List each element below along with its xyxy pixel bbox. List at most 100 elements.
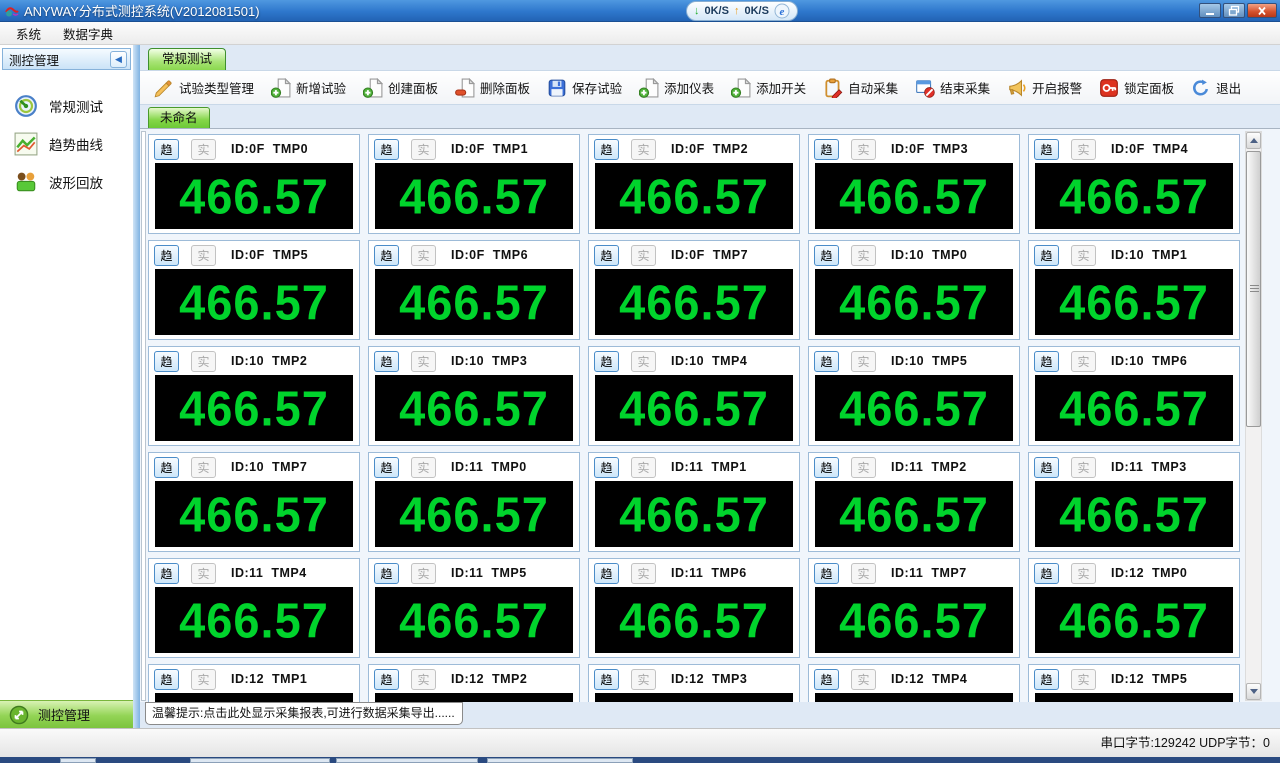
trend-button[interactable]: 趋 xyxy=(814,350,839,372)
sidebar-item-0[interactable]: 常规测试 xyxy=(0,87,133,125)
trend-button[interactable]: 趋 xyxy=(594,138,619,160)
toolbar-button[interactable]: 退出 xyxy=(1191,78,1241,98)
toolbar-button[interactable]: 锁定面板 xyxy=(1099,78,1174,98)
realtime-button[interactable]: 实 xyxy=(631,244,656,266)
realtime-button[interactable]: 实 xyxy=(631,138,656,160)
realtime-button[interactable]: 实 xyxy=(1071,350,1096,372)
byte-counters: 串口字节:129242 UDP字节：0 xyxy=(1100,736,1270,750)
realtime-button[interactable]: 实 xyxy=(191,668,216,690)
minimize-button[interactable] xyxy=(1199,3,1221,18)
scroll-thumb[interactable] xyxy=(1246,151,1261,427)
trend-button[interactable]: 趋 xyxy=(374,668,399,690)
toolbar-button[interactable]: 添加开关 xyxy=(731,77,806,98)
realtime-button[interactable]: 实 xyxy=(1071,562,1096,584)
trend-button[interactable]: 趋 xyxy=(594,456,619,478)
toolbar-button-label: 删除面板 xyxy=(480,82,531,96)
trend-button[interactable]: 趋 xyxy=(374,244,399,266)
scroll-up-button[interactable] xyxy=(1246,132,1261,149)
realtime-button[interactable]: 实 xyxy=(1071,138,1096,160)
trend-button[interactable]: 趋 xyxy=(814,456,839,478)
vertical-scrollbar[interactable] xyxy=(1245,131,1262,701)
realtime-button[interactable]: 实 xyxy=(1071,456,1096,478)
trend-button[interactable]: 趋 xyxy=(1034,350,1059,372)
meter-display: 466.57 xyxy=(375,587,573,653)
trend-button[interactable]: 趋 xyxy=(154,350,179,372)
realtime-button[interactable]: 实 xyxy=(411,562,436,584)
trend-button[interactable]: 趋 xyxy=(594,244,619,266)
sidebar-item-2[interactable]: 波形回放 xyxy=(0,163,133,201)
trend-button[interactable]: 趋 xyxy=(374,350,399,372)
realtime-button[interactable]: 实 xyxy=(191,244,216,266)
meter-id-label: ID:12 TMP5 xyxy=(1111,672,1188,686)
trend-button[interactable]: 趋 xyxy=(374,456,399,478)
trend-button[interactable]: 趋 xyxy=(154,668,179,690)
replay-icon xyxy=(14,170,38,194)
download-arrow-icon: ↓ xyxy=(694,5,700,17)
sidebar-item-label: 常规测试 xyxy=(49,100,103,115)
tab-regular-test[interactable]: 常规测试 xyxy=(148,48,227,70)
toolbar-button[interactable]: 开启报警 xyxy=(1007,78,1082,98)
realtime-button[interactable]: 实 xyxy=(631,668,656,690)
realtime-button[interactable]: 实 xyxy=(1071,668,1096,690)
toolbar-button[interactable]: 试验类型管理 xyxy=(154,78,254,98)
trend-button[interactable]: 趋 xyxy=(154,244,179,266)
trend-button[interactable]: 趋 xyxy=(1034,456,1059,478)
report-tip-bar[interactable]: 温馨提示:点击此处显示采集报表,可进行数据采集导出...... xyxy=(145,702,463,725)
trend-button[interactable]: 趋 xyxy=(814,562,839,584)
realtime-button[interactable]: 实 xyxy=(191,350,216,372)
realtime-button[interactable]: 实 xyxy=(411,456,436,478)
sidebar-collapse-button[interactable]: ◀ xyxy=(110,50,127,68)
trend-button[interactable]: 趋 xyxy=(374,562,399,584)
toolbar-button[interactable]: 结束采集 xyxy=(915,78,990,98)
toolbar-button[interactable]: 自动采集 xyxy=(823,78,898,98)
realtime-button[interactable]: 实 xyxy=(851,138,876,160)
sidebar-footer-measure-manage[interactable]: 测控管理 xyxy=(0,700,133,728)
realtime-button[interactable]: 实 xyxy=(411,350,436,372)
trend-button[interactable]: 趋 xyxy=(1034,562,1059,584)
trend-button[interactable]: 趋 xyxy=(154,456,179,478)
tab-unnamed-panel[interactable]: 未命名 xyxy=(148,107,210,128)
trend-button[interactable]: 趋 xyxy=(1034,668,1059,690)
trend-button[interactable]: 趋 xyxy=(814,668,839,690)
toolbar-button[interactable]: 新增试验 xyxy=(271,77,346,98)
sidebar-splitter[interactable] xyxy=(133,45,140,728)
network-speed-widget[interactable]: ↓ 0K/S ↑ 0K/S e xyxy=(686,1,798,21)
realtime-button[interactable]: 实 xyxy=(1071,244,1096,266)
menu-data-dictionary[interactable]: 数据字典 xyxy=(55,22,121,45)
realtime-button[interactable]: 实 xyxy=(851,244,876,266)
trend-button[interactable]: 趋 xyxy=(594,668,619,690)
realtime-button[interactable]: 实 xyxy=(191,138,216,160)
realtime-button[interactable]: 实 xyxy=(411,668,436,690)
realtime-button[interactable]: 实 xyxy=(851,350,876,372)
restore-button[interactable] xyxy=(1223,3,1245,18)
trend-button[interactable]: 趋 xyxy=(1034,244,1059,266)
toolbar-button[interactable]: 添加仪表 xyxy=(639,77,714,98)
meter-value: 466.57 xyxy=(399,380,549,436)
realtime-button[interactable]: 实 xyxy=(411,138,436,160)
trend-button[interactable]: 趋 xyxy=(154,138,179,160)
sidebar-item-1[interactable]: 趋势曲线 xyxy=(0,125,133,163)
realtime-button[interactable]: 实 xyxy=(851,668,876,690)
taskbar-item xyxy=(487,758,633,763)
trend-button[interactable]: 趋 xyxy=(594,350,619,372)
realtime-button[interactable]: 实 xyxy=(851,562,876,584)
realtime-button[interactable]: 实 xyxy=(851,456,876,478)
realtime-button[interactable]: 实 xyxy=(191,456,216,478)
trend-button[interactable]: 趋 xyxy=(814,244,839,266)
trend-button[interactable]: 趋 xyxy=(154,562,179,584)
toolbar-button[interactable]: 保存试验 xyxy=(547,78,622,98)
scroll-down-button[interactable] xyxy=(1246,683,1261,700)
realtime-button[interactable]: 实 xyxy=(631,562,656,584)
trend-button[interactable]: 趋 xyxy=(374,138,399,160)
toolbar-button[interactable]: 创建面板 xyxy=(363,77,438,98)
toolbar-button[interactable]: 删除面板 xyxy=(455,77,531,98)
close-button[interactable] xyxy=(1247,3,1277,18)
trend-button[interactable]: 趋 xyxy=(1034,138,1059,160)
realtime-button[interactable]: 实 xyxy=(411,244,436,266)
realtime-button[interactable]: 实 xyxy=(191,562,216,584)
trend-button[interactable]: 趋 xyxy=(814,138,839,160)
realtime-button[interactable]: 实 xyxy=(631,456,656,478)
trend-button[interactable]: 趋 xyxy=(594,562,619,584)
menu-system[interactable]: 系统 xyxy=(8,22,49,45)
realtime-button[interactable]: 实 xyxy=(631,350,656,372)
